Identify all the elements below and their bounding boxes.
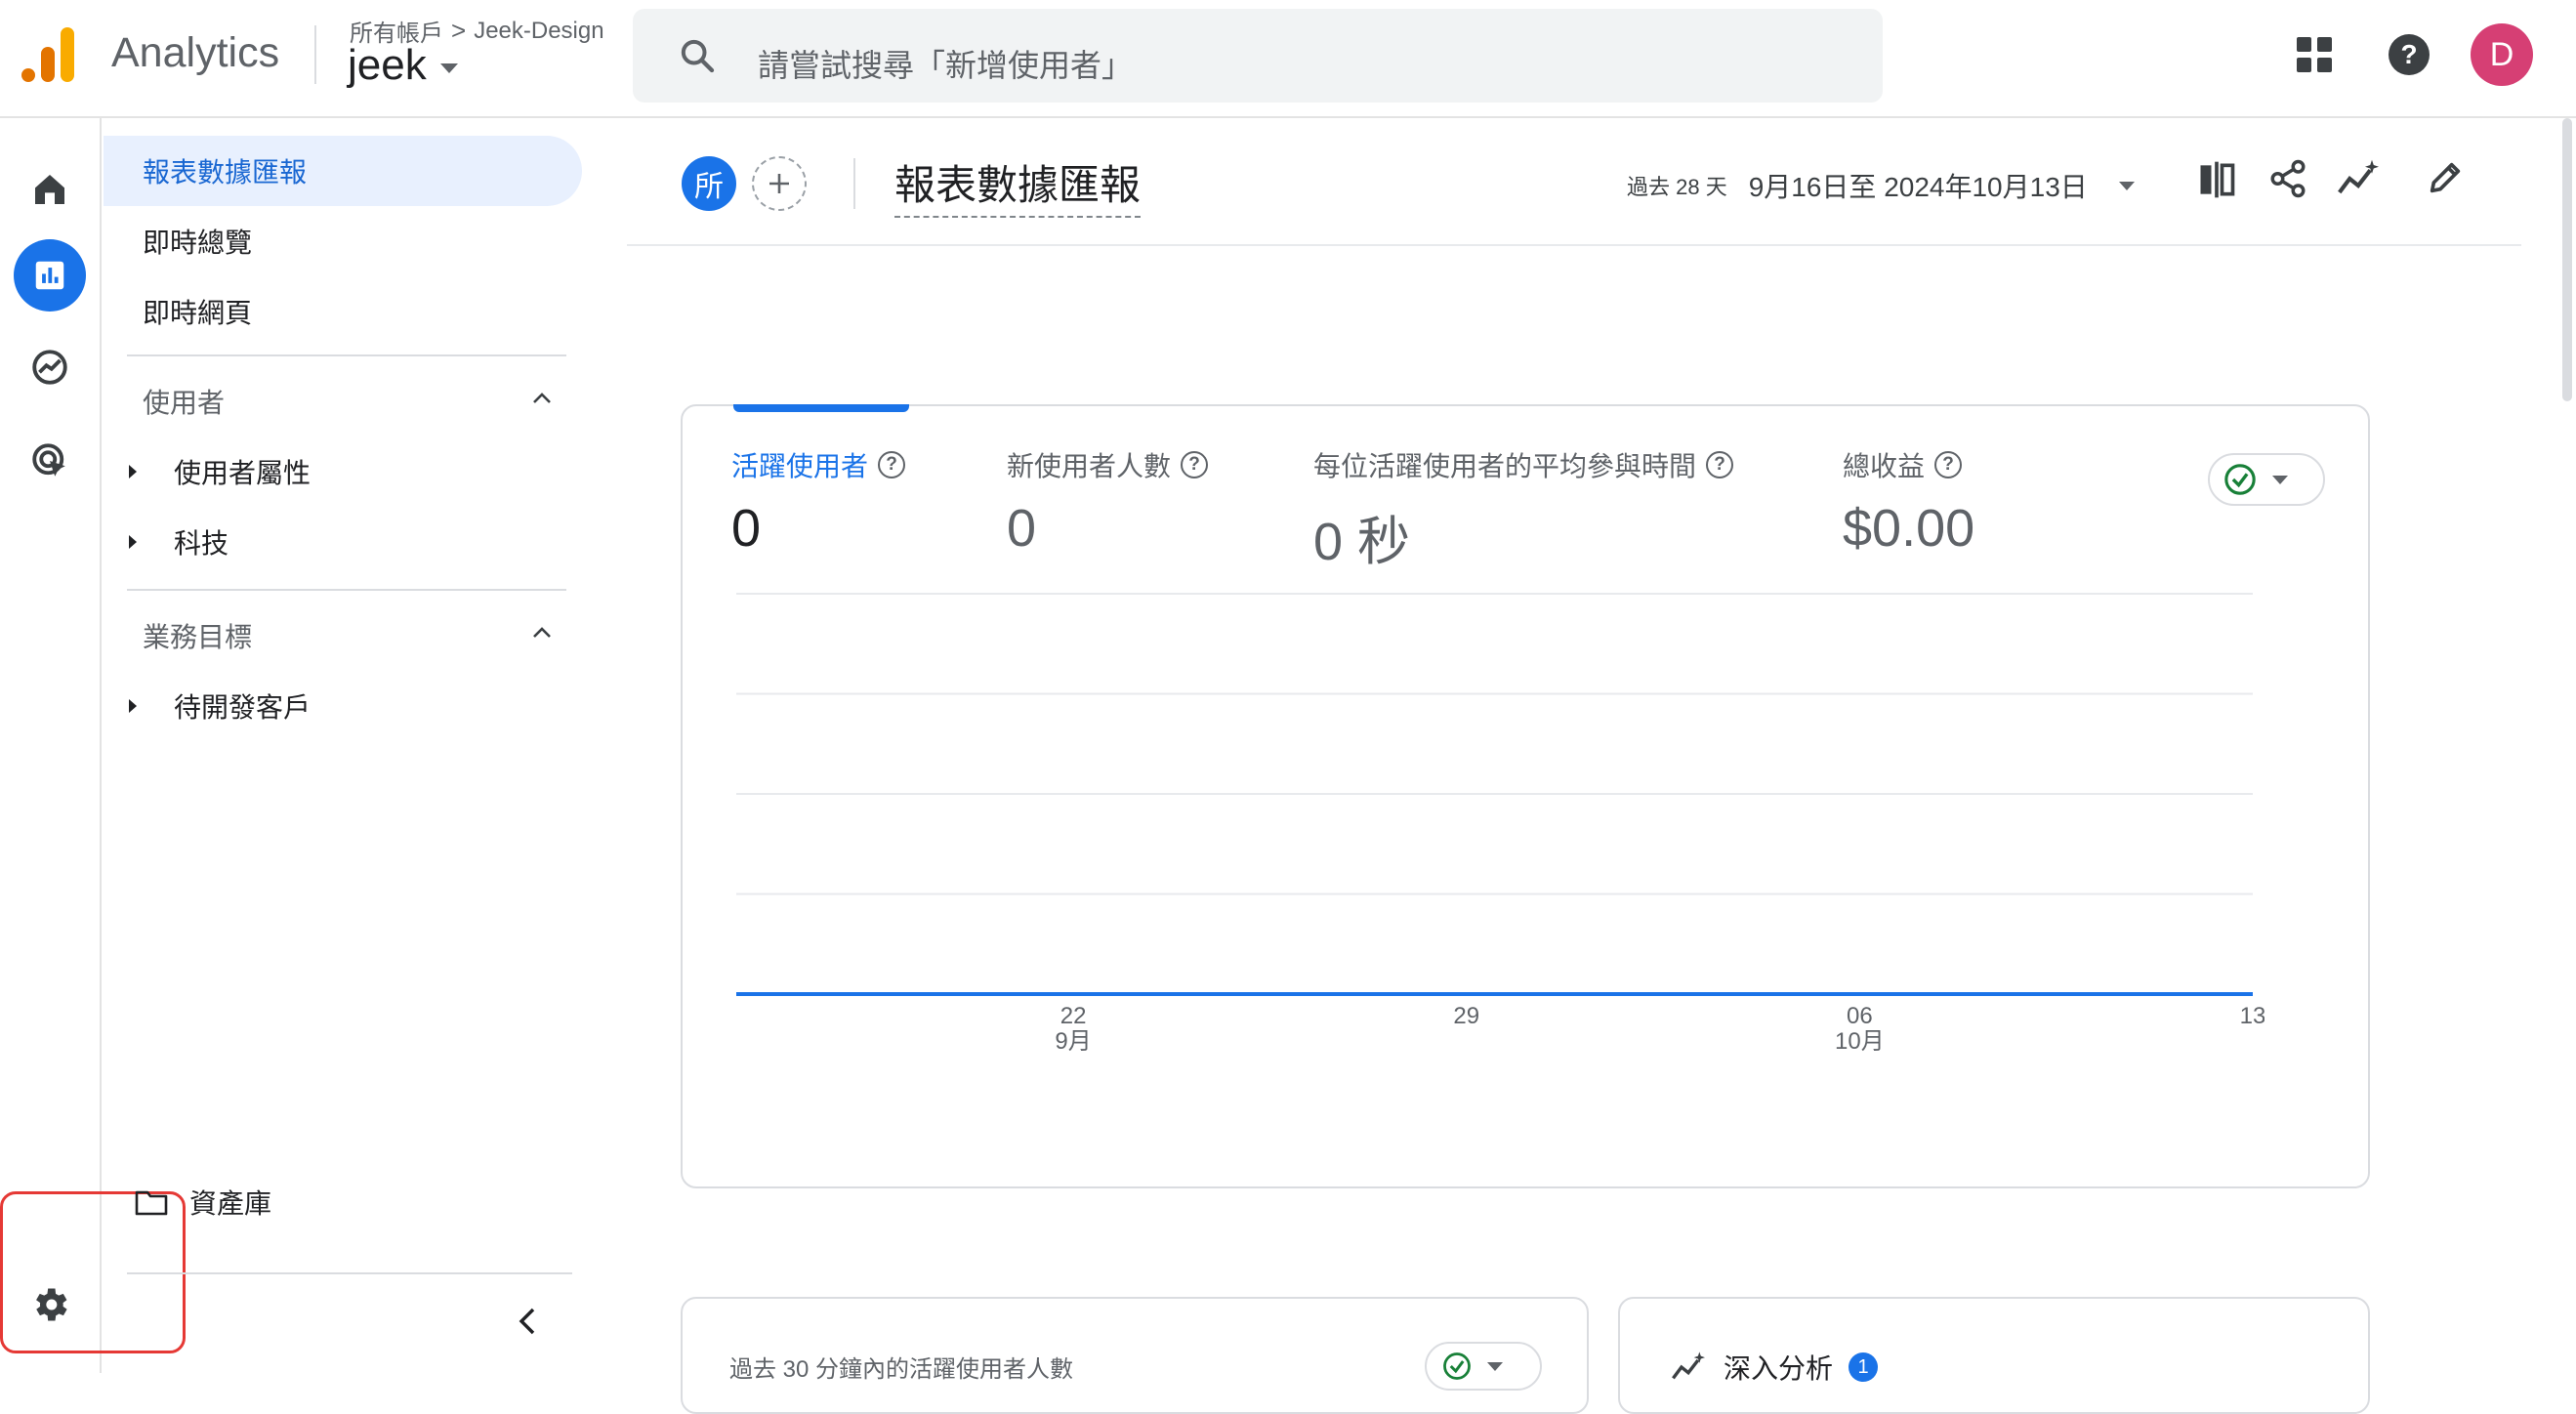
nav-section-business-title: 業務目標 (143, 622, 253, 652)
nav-item-user-attributes[interactable]: 使用者屬性 (104, 437, 582, 507)
caret-down-icon (2118, 181, 2135, 190)
insights-card: 深入分析 1 (1618, 1297, 2370, 1414)
comparison-chip[interactable]: 所 (682, 156, 736, 211)
header-divider (627, 244, 2521, 246)
help-icon[interactable]: ? (2387, 32, 2431, 77)
expand-arrow-icon (129, 465, 137, 478)
scrollbar[interactable] (2562, 118, 2572, 401)
date-range-picker[interactable]: 過去 28 天 9月16日至 2024年10月13日 (1627, 166, 2135, 205)
nav-divider (127, 354, 566, 356)
data-quality-button[interactable] (1425, 1342, 1542, 1391)
svg-text:?: ? (2400, 39, 2417, 69)
chevron-up-icon (531, 626, 553, 640)
nav-section-business-objectives[interactable]: 業務目標 (104, 601, 582, 671)
property-name: jeek (348, 41, 427, 89)
apps-grid-icon[interactable] (2295, 35, 2334, 74)
metric-value: 0 (1007, 499, 1037, 558)
caret-down-icon (439, 63, 458, 73)
edit-pencil-icon[interactable] (2426, 158, 2465, 197)
insights-icon (1669, 1351, 1708, 1384)
nav-item-realtime-pages[interactable]: 即時網頁 (104, 276, 582, 347)
app-name: Analytics (111, 29, 280, 76)
insights-count-badge: 1 (1849, 1352, 1879, 1382)
caret-down-icon (1487, 1361, 1503, 1371)
check-circle-icon (2224, 464, 2256, 495)
metric-value: 0 (731, 499, 762, 558)
library-label: 資產庫 (189, 1188, 272, 1219)
overview-card: 活躍使用者? 0 新使用者人數? 0 每位活躍使用者的平均參與時間? 0 秒 總… (681, 404, 2370, 1188)
home-icon[interactable] (14, 153, 86, 226)
help-circle-icon[interactable]: ? (1181, 451, 1209, 478)
property-selector[interactable]: jeek (348, 41, 458, 90)
x-tick-month-label: 9月 (1055, 1028, 1091, 1055)
data-quality-button[interactable] (2208, 453, 2325, 506)
help-circle-icon[interactable]: ? (1706, 451, 1734, 478)
check-circle-icon (1443, 1352, 1471, 1380)
expand-arrow-icon (129, 699, 137, 713)
share-icon[interactable] (2267, 158, 2308, 199)
nav-item-tech[interactable]: 科技 (104, 507, 582, 577)
add-comparison-button[interactable] (752, 156, 807, 211)
left-rail (0, 118, 102, 1373)
nav-item-label: 使用者屬性 (174, 458, 312, 488)
nav-divider (127, 589, 566, 591)
page-title: 報表數據匯報 (894, 152, 1142, 218)
active-tab-indicator (733, 404, 909, 412)
search-bar[interactable]: 請嘗試搜尋「新增使用者」 (633, 9, 1883, 103)
reports-icon[interactable] (14, 239, 86, 312)
metric-value: $0.00 (1843, 499, 1975, 558)
metric-value: 0 秒 (1313, 513, 1411, 571)
expand-arrow-icon (129, 535, 137, 549)
nav-item-generate-leads[interactable]: 待開發客戶 (104, 671, 582, 741)
metric-tab-total-revenue[interactable]: 總收益? $0.00 (1843, 445, 1974, 559)
realtime-users-card: 過去 30 分鐘內的活躍使用者人數 (681, 1297, 1589, 1414)
x-tick-month-label: 10月 (1835, 1028, 1885, 1055)
date-range-value: 9月16日至 2024年10月13日 (1748, 172, 2088, 202)
breadcrumb-sub[interactable]: Jeek-Design (474, 18, 603, 45)
nav-section-user-title: 使用者 (143, 388, 226, 418)
x-tick-label: 06 (1847, 1003, 1873, 1029)
caret-down-icon (2272, 475, 2288, 484)
search-placeholder: 請嘗試搜尋「新增使用者」 (758, 48, 1134, 83)
help-circle-icon[interactable]: ? (1934, 451, 1963, 478)
card-title: 過去 30 分鐘內的活躍使用者人數 (729, 1356, 1074, 1383)
metric-tab-active-users[interactable]: 活躍使用者? 0 (731, 445, 906, 559)
explore-icon[interactable] (14, 331, 86, 403)
top-app-bar: Analytics 所有帳戶 > Jeek-Design jeek 請嘗試搜尋「… (0, 0, 2576, 118)
nav-item-label: 待開發客戶 (174, 692, 312, 723)
avatar[interactable]: D (2471, 23, 2533, 86)
x-tick-label: 29 (1453, 1003, 1479, 1029)
library-link[interactable]: 資產庫 (135, 1183, 271, 1222)
metric-tab-engagement-time[interactable]: 每位活躍使用者的平均參與時間? 0 秒 (1313, 445, 1734, 575)
plus-icon (769, 174, 789, 193)
compare-columns-icon[interactable] (2195, 158, 2238, 201)
advertising-icon[interactable] (14, 425, 86, 497)
nav-item-label: 科技 (174, 528, 229, 559)
metric-label: 新使用者人數 (1007, 451, 1172, 481)
x-tick-label: 22 (1060, 1003, 1087, 1029)
insights-icon[interactable] (2336, 158, 2381, 199)
metric-label: 活躍使用者 (731, 451, 869, 481)
analytics-logo[interactable] (21, 27, 76, 82)
nav-item-reports-snapshot[interactable]: 報表數據匯報 (104, 136, 582, 206)
date-range-prefix: 過去 28 天 (1627, 175, 1727, 199)
search-icon (678, 36, 717, 75)
metric-label: 每位活躍使用者的平均參與時間 (1313, 451, 1697, 481)
line-chart: 229月 29 0610月 13 (736, 593, 2264, 1055)
divider (314, 25, 316, 84)
nav-divider (127, 1272, 572, 1274)
metric-label: 總收益 (1843, 451, 1926, 481)
card-title: 深入分析 (1724, 1353, 1834, 1384)
collapse-nav-chevron-left-icon[interactable] (514, 1306, 541, 1337)
folder-icon (135, 1188, 168, 1216)
help-circle-icon[interactable]: ? (878, 451, 906, 478)
report-header: 所 報表數據匯報 過去 28 天 9月16日至 2024年10月13日 (627, 146, 2521, 244)
side-nav: 報表數據匯報 即時總覽 即時網頁 使用者 使用者屬性 科技 業務目標 待開發客戶… (104, 118, 592, 1373)
divider (853, 158, 855, 209)
metric-tab-new-users[interactable]: 新使用者人數? 0 (1007, 445, 1209, 559)
nav-item-realtime-overview[interactable]: 即時總覽 (104, 206, 582, 276)
x-tick-label: 13 (2240, 1003, 2264, 1029)
nav-section-user[interactable]: 使用者 (104, 366, 582, 437)
chevron-up-icon (531, 392, 553, 405)
